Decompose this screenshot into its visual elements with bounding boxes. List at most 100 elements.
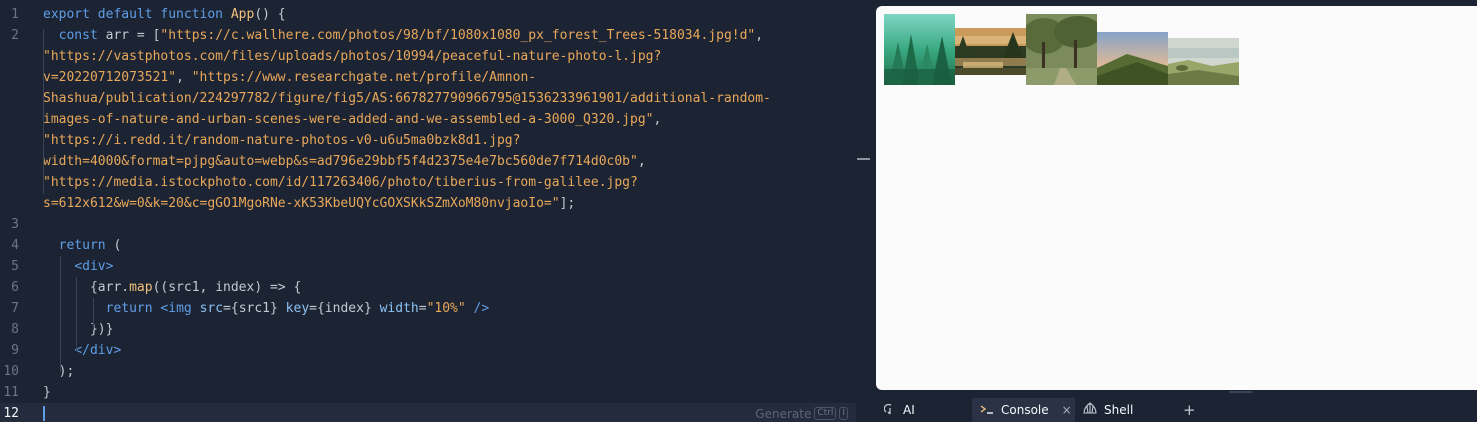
code-token: <div>	[74, 259, 114, 274]
divider-handle[interactable]	[857, 158, 870, 160]
line-number: 10	[3, 364, 19, 379]
tab-ai[interactable]: AI	[876, 398, 972, 422]
tab-shell[interactable]: Shell	[1075, 398, 1175, 422]
line-number: 12	[3, 406, 19, 421]
code-token: ((src1, index) => {	[152, 280, 302, 295]
code-editor[interactable]: 1 export default function App() {2 const …	[0, 0, 856, 422]
indent-guide	[93, 298, 94, 330]
code-text: "https://media.istockphoto.com/id/117263…	[43, 172, 638, 193]
code-token: })}	[43, 322, 114, 337]
code-line[interactable]: 8 })}	[0, 319, 856, 340]
indent-guide	[60, 256, 61, 372]
hill-sunset-image	[1097, 32, 1168, 85]
code-line[interactable]: 6 {arr.map((src1, index) => {	[0, 277, 856, 298]
tiberius-galilee-image	[1168, 38, 1239, 85]
code-token: ={index}	[309, 301, 380, 316]
code-token: () {	[254, 7, 286, 22]
code-text: "https://i.redd.it/random-nature-photos-…	[43, 130, 520, 151]
code-text: "https://vastphotos.com/files/uploads/ph…	[43, 46, 661, 67]
line-number: 11	[3, 385, 19, 400]
code-token: ,	[637, 154, 646, 169]
shortcut-key-i: I	[839, 407, 848, 420]
code-text: v=20220712073521", "https://www.research…	[43, 67, 536, 88]
line-number: 8	[11, 322, 19, 337]
tab-console-label: Console	[1001, 403, 1049, 417]
code-token: return	[58, 238, 114, 253]
code-token: />	[465, 301, 490, 316]
code-line[interactable]: 10 );	[0, 361, 856, 382]
code-line[interactable]: width=4000&format=pjpg&auto=webp&s=ad796…	[0, 151, 856, 172]
code-token: export default function	[43, 7, 231, 22]
line-number: 3	[11, 217, 19, 232]
code-token: "https://i.redd.it/random-nature-photos-…	[43, 133, 521, 148]
code-text: images-of-nature-and-urban-scenes-were-a…	[43, 109, 661, 130]
code-token: ,	[755, 28, 764, 43]
code-line[interactable]: 1 export default function App() {	[0, 4, 856, 25]
code-token: width=4000&format=pjpg&auto=webp&s=ad796…	[43, 154, 638, 169]
indent-guide	[76, 277, 77, 351]
code-line[interactable]: 12	[0, 403, 856, 422]
code-line[interactable]: 11}	[0, 382, 856, 403]
webview-preview[interactable]	[876, 6, 1477, 390]
line-number: 7	[11, 301, 19, 316]
code-line[interactable]: v=20220712073521", "https://www.research…	[0, 67, 856, 88]
code-token: arr = [	[105, 28, 161, 43]
code-line[interactable]: "https://i.redd.it/random-nature-photos-…	[0, 130, 856, 151]
code-token: s=612x612&w=0&k=20&c=gGO1MgoRNe-xK53KbeU…	[43, 196, 560, 211]
code-token: <img	[160, 301, 200, 316]
add-tab-button[interactable]: +	[1183, 401, 1196, 419]
code-token: App	[230, 7, 255, 22]
code-text: </div>	[43, 340, 121, 361]
code-token: (	[113, 238, 122, 253]
code-line[interactable]: 3	[0, 214, 856, 235]
forest-trees-image	[884, 14, 955, 85]
code-text: width=4000&format=pjpg&auto=webp&s=ad796…	[43, 151, 646, 172]
code-token: images-of-nature-and-urban-scenes-were-a…	[43, 112, 654, 127]
code-token: ,	[653, 112, 662, 127]
panel-resize-handle[interactable]	[1229, 391, 1253, 393]
code-line[interactable]: images-of-nature-and-urban-scenes-were-a…	[0, 109, 856, 130]
code-line[interactable]: 2 const arr = ["https://c.wallhere.com/p…	[0, 25, 856, 46]
line-number: 9	[11, 343, 19, 358]
code-line[interactable]: s=612x612&w=0&k=20&c=gGO1MgoRNe-xK53KbeU…	[0, 193, 856, 214]
code-token: ];	[559, 196, 576, 211]
code-token: ,	[176, 70, 192, 85]
code-line[interactable]: 7 return <img src={src1} key={index} wid…	[0, 298, 856, 319]
code-token: );	[43, 364, 75, 379]
ai-icon	[883, 403, 896, 418]
code-token: ={src1}	[223, 301, 286, 316]
code-token: =	[418, 301, 427, 316]
code-line[interactable]: 5 <div>	[0, 256, 856, 277]
tab-shell-label: Shell	[1104, 403, 1134, 417]
indent-guide	[43, 29, 44, 194]
code-text: const arr = ["https://c.wallhere.com/pho…	[43, 25, 763, 46]
line-number: 5	[11, 259, 19, 274]
line-number: 4	[11, 238, 19, 253]
generate-hint[interactable]: Generate Ctrl I	[755, 406, 848, 421]
code-line[interactable]: 4 return (	[0, 235, 856, 256]
code-token: Shashua/publication/224297782/figure/fig…	[43, 91, 771, 106]
code-token: map	[129, 280, 153, 295]
code-token: width	[379, 301, 419, 316]
code-line[interactable]: "https://vastphotos.com/files/uploads/ph…	[0, 46, 856, 67]
line-number: 2	[11, 28, 19, 43]
tab-ai-label: AI	[903, 403, 915, 417]
code-line[interactable]: "https://media.istockphoto.com/id/117263…	[0, 172, 856, 193]
code-text: return <img src={src1} key={index} width…	[43, 298, 490, 319]
code-text: Shashua/publication/224297782/figure/fig…	[43, 88, 771, 109]
image-row	[884, 14, 1239, 85]
code-token: const	[58, 28, 106, 43]
code-text: {arr.map((src1, index) => {	[43, 277, 301, 298]
generate-label: Generate	[755, 406, 812, 421]
code-line[interactable]: Shashua/publication/224297782/figure/fig…	[0, 88, 856, 109]
shortcut-key-ctrl: Ctrl	[814, 407, 837, 420]
close-icon[interactable]: ×	[1062, 403, 1072, 417]
tab-console[interactable]: Console ×	[972, 398, 1075, 422]
code-text: }	[43, 382, 51, 403]
peaceful-nature-image	[955, 28, 1026, 75]
pane-divider[interactable]	[856, 0, 876, 422]
code-line[interactable]: 9 </div>	[0, 340, 856, 361]
